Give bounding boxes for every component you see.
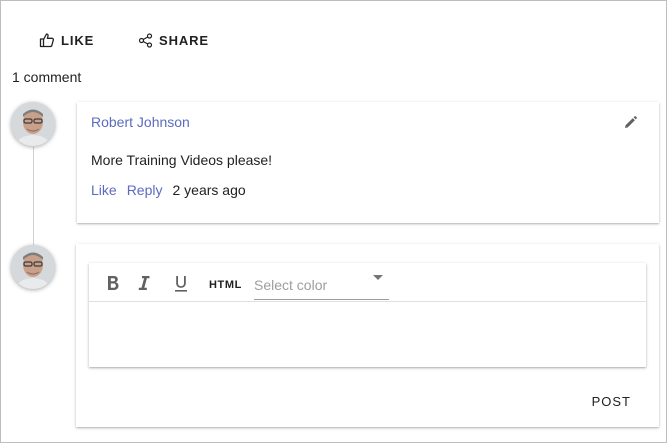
comment-timestamp: 2 years ago bbox=[172, 182, 246, 198]
editor-toolbar: HTML Select color bbox=[89, 263, 646, 302]
rich-text-editor: HTML Select color bbox=[89, 263, 646, 367]
current-user-avatar bbox=[11, 245, 55, 289]
share-action-label: SHARE bbox=[159, 32, 210, 48]
post-button[interactable]: POST bbox=[592, 394, 631, 409]
commenter-avatar[interactable] bbox=[11, 102, 55, 146]
comment-meta: Like Reply 2 years ago bbox=[91, 182, 246, 198]
thumbs-up-icon bbox=[39, 32, 55, 48]
underline-icon[interactable] bbox=[174, 275, 188, 298]
share-action-button[interactable]: SHARE bbox=[138, 31, 209, 49]
comment-card: Robert Johnson More Training Videos plea… bbox=[77, 102, 659, 223]
comments-panel: LIKE SHARE 1 comment Robert Johnson More… bbox=[0, 0, 667, 443]
thread-connector-line bbox=[33, 147, 34, 245]
caret-down-icon bbox=[373, 275, 383, 280]
like-action-button[interactable]: LIKE bbox=[39, 31, 94, 49]
share-icon bbox=[138, 32, 153, 48]
comment-text: More Training Videos please! bbox=[91, 152, 273, 168]
comment-reply-link[interactable]: Reply bbox=[127, 182, 163, 198]
comment-author-link[interactable]: Robert Johnson bbox=[91, 114, 190, 130]
comments-count: 1 comment bbox=[12, 69, 82, 85]
pencil-icon[interactable] bbox=[624, 116, 637, 134]
bold-icon[interactable] bbox=[106, 275, 120, 296]
like-action-label: LIKE bbox=[61, 32, 95, 48]
italic-icon[interactable] bbox=[138, 275, 150, 296]
html-mode-button[interactable]: HTML bbox=[209, 279, 242, 291]
color-select-placeholder: Select color bbox=[254, 277, 328, 293]
color-select[interactable]: Select color bbox=[254, 269, 389, 300]
comment-like-link[interactable]: Like bbox=[91, 182, 117, 198]
reply-card: HTML Select color POST bbox=[76, 244, 659, 427]
reply-text-area[interactable] bbox=[89, 303, 646, 367]
